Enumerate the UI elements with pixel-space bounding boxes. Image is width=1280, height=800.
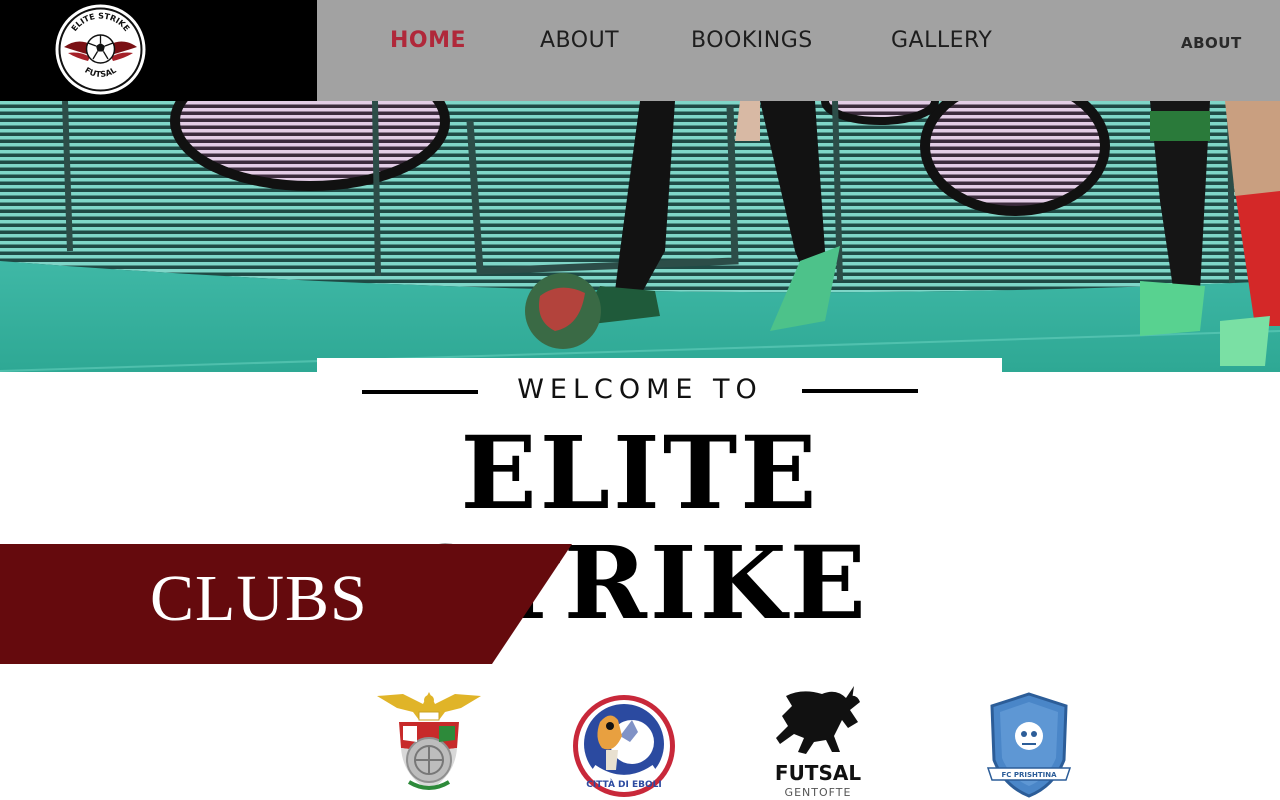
nav-about-secondary[interactable]: ABOUT: [1181, 34, 1242, 52]
futsal-gentofte-bull-logo[interactable]: FUTSAL GENTOFTE: [772, 686, 864, 800]
futsal-gentofte-sub-text: GENTOFTE: [785, 786, 852, 799]
citta-di-eboli-logo[interactable]: CITTÀ DI EBOLI: [570, 692, 678, 800]
futsal-gentofte-main-text: FUTSAL: [775, 761, 861, 785]
welcome-kicker: WELCOME TO: [517, 374, 763, 405]
nav-about[interactable]: ABOUT: [540, 28, 619, 53]
nav-home[interactable]: HOME: [390, 28, 466, 53]
welcome-rule-left: [362, 390, 478, 394]
fc-prishtina-text: FC PRISHTINA: [1001, 771, 1057, 779]
elite-strike-futsal-logo[interactable]: ELITE STRIKE FUTSAL: [54, 3, 147, 96]
main-navigation: HOME ABOUT BOOKINGS GALLERY ABOUT: [317, 0, 1280, 101]
welcome-rule-right: [802, 389, 918, 393]
logo-container: ELITE STRIKE FUTSAL: [0, 0, 317, 101]
nav-bookings[interactable]: BOOKINGS: [691, 28, 813, 53]
clubs-heading: CLUBS: [150, 562, 368, 635]
hero-image: [0, 101, 1280, 372]
fc-prishtina-shield-logo[interactable]: FC PRISHTINA: [984, 690, 1074, 800]
nav-gallery[interactable]: GALLERY: [891, 28, 992, 53]
futsal-players-on-court-photo: [0, 101, 1280, 372]
citta-di-eboli-text: CITTÀ DI EBOLI: [586, 778, 662, 790]
benfica-crest-logo[interactable]: [373, 686, 485, 798]
